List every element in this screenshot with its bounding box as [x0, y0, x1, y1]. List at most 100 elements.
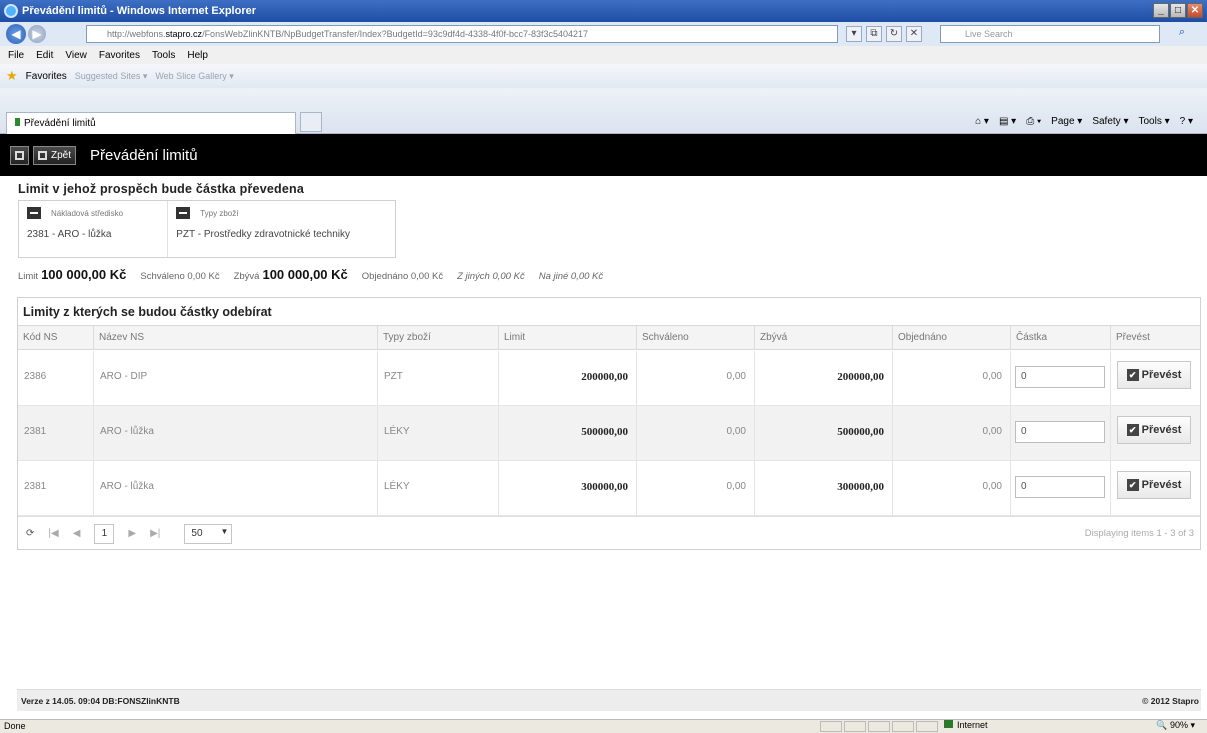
dropdown-icon[interactable]: ▾ — [846, 26, 862, 42]
approved-value: Schváleno 0,00 Kč — [140, 271, 220, 282]
col-nazev-ns[interactable]: Název NS — [94, 326, 378, 350]
transfer-button[interactable]: ✔ Převést — [1117, 361, 1191, 389]
col-zbyva[interactable]: Zbývá — [755, 326, 893, 350]
check-icon: ✔ — [1126, 369, 1139, 381]
refresh-icon[interactable]: ↻ — [886, 26, 902, 42]
collapse-icon[interactable] — [176, 207, 191, 219]
col-typy-zbozi[interactable]: Typy zboží — [378, 326, 499, 350]
menu-file[interactable]: File — [8, 50, 24, 61]
forward-icon[interactable]: ▶ — [28, 25, 46, 43]
back-square-icon — [38, 150, 47, 160]
menu-tools[interactable]: Tools — [152, 50, 175, 61]
last-page-icon[interactable]: ▶| — [150, 528, 160, 539]
search-input[interactable]: Live Search — [940, 25, 1160, 43]
cell-schvaleno: 0,00 — [637, 406, 755, 460]
window-title: Převádění limitů - Windows Internet Expl… — [22, 5, 256, 17]
transfer-button-label: Převést — [1141, 424, 1182, 436]
transfer-button[interactable]: ✔ Převést — [1117, 416, 1191, 444]
cell-nazev: ARO - lůžka — [94, 461, 378, 515]
col-prevest[interactable]: Převést — [1111, 326, 1200, 350]
target-goods-type: Typy zboží PZT - Prostředky zdravotnické… — [168, 201, 395, 257]
cell-objednano: 0,00 — [893, 351, 1011, 405]
cell-limit: 500000,00 — [499, 406, 637, 460]
target-limit-box: Nákladová středisko 2381 - ARO - lůžka T… — [18, 200, 396, 258]
first-page-icon[interactable]: |◀ — [48, 528, 58, 539]
window-controls: _ □ ✕ — [1153, 3, 1203, 18]
safety-menu[interactable]: Safety ▾ — [1092, 116, 1128, 127]
maximize-button[interactable]: □ — [1170, 3, 1186, 18]
security-zone: Internet — [944, 720, 988, 730]
menu-help[interactable]: Help — [187, 50, 208, 61]
app-footer: Verze z 14.05. 09:04 DB:FONSZlinKNTB © 2… — [17, 689, 1201, 711]
col-kod-ns[interactable]: Kód NS — [18, 326, 94, 350]
cell-schvaleno: 0,00 — [637, 351, 755, 405]
stop-icon[interactable]: ✕ — [906, 26, 922, 42]
menu-view[interactable]: View — [65, 50, 87, 61]
page-size-value: 50 — [191, 527, 203, 539]
home-button[interactable] — [10, 145, 29, 165]
menu-edit[interactable]: Edit — [36, 50, 53, 61]
limit-label: Limit — [18, 271, 39, 282]
cell-prevest: ✔ Převést — [1111, 461, 1200, 515]
table-row[interactable]: 2381 ARO - lůžka LÉKY 500000,00 0,00 500000,0… — [18, 406, 1200, 461]
refresh-icon[interactable]: ⟳ — [26, 528, 34, 539]
amount-input[interactable]: 0 — [1015, 421, 1105, 443]
status-panes — [820, 721, 938, 732]
page-menu[interactable]: Page ▾ — [1051, 116, 1082, 127]
table-row[interactable]: 2386 ARO - DIP PZT 200000,00 0,00 200000,00 0,… — [18, 351, 1200, 406]
print-icon[interactable]: ⎙ ▾ — [1026, 116, 1041, 127]
col-objednano[interactable]: Objednáno — [893, 326, 1011, 350]
suggested-sites-link[interactable]: Suggested Sites ▾ — [75, 71, 148, 82]
amount-input[interactable]: 0 — [1015, 366, 1105, 388]
tab-prevadeni-limitu[interactable]: Převádění limitů — [6, 112, 296, 134]
minimize-button[interactable]: _ — [1153, 3, 1169, 18]
status-text: Done — [4, 721, 26, 731]
limit-value: 100 000,00 Kč — [41, 267, 127, 282]
cell-castka: 0 — [1011, 351, 1111, 405]
zoom-value: 90% — [1169, 720, 1188, 730]
col-castka[interactable]: Částka — [1011, 326, 1111, 350]
url-prefix: http://webfons. — [107, 29, 166, 39]
search-icon[interactable]: ⌕ — [1170, 26, 1194, 42]
target-cost-center-value: 2381 - ARO - lůžka — [27, 229, 112, 240]
collapse-icon[interactable] — [27, 207, 41, 219]
page-number-input[interactable]: 1 — [94, 523, 115, 544]
menu-favorites[interactable]: Favorites — [99, 50, 140, 61]
web-slice-gallery-link[interactable]: Web Slice Gallery ▾ — [155, 71, 233, 82]
grid-header: Kód NS Název NS Typy zboží Limit Schvále… — [18, 325, 1200, 350]
new-tab-button[interactable] — [300, 112, 322, 132]
cell-objednano: 0,00 — [893, 461, 1011, 515]
transfer-button[interactable]: ✔ Převést — [1117, 471, 1191, 499]
favorites-star-icon[interactable]: ★ — [6, 68, 18, 84]
cell-kod: 2381 — [18, 406, 94, 460]
cell-limit: 200000,00 — [499, 351, 637, 405]
help-icon[interactable]: ? ▾ — [1180, 116, 1193, 127]
favorites-bar: ★ Favorites Suggested Sites ▾ Web Slice … — [0, 64, 1207, 88]
cell-prevest: ✔ Převést — [1111, 351, 1200, 405]
table-row[interactable]: 2381 ARO - lůžka LÉKY 300000,00 0,00 300000,0… — [18, 461, 1200, 516]
window-titlebar: Převádění limitů - Windows Internet Expl… — [0, 0, 1207, 22]
prev-page-icon[interactable]: ◀ — [73, 528, 81, 539]
source-limits-grid: Limity z kterých se budou částky odebíra… — [17, 297, 1201, 550]
home-icon[interactable]: ⌂ ▾ — [975, 116, 989, 127]
amount-input[interactable]: 0 — [1015, 476, 1105, 498]
address-bar-row: ◀ ▶ http://webfons.stapro.cz/FonsWebZlin… — [0, 22, 1207, 46]
col-schvaleno[interactable]: Schváleno — [637, 326, 755, 350]
cell-schvaleno: 0,00 — [637, 461, 755, 515]
back-button[interactable]: Zpět — [33, 145, 77, 165]
address-input[interactable]: http://webfons.stapro.cz/FonsWebZlinKNTB… — [86, 25, 838, 43]
favorites-button[interactable]: Favorites — [26, 71, 67, 82]
address-actions: ▾ ⧉ ↻ ✕ — [846, 26, 922, 42]
col-limit[interactable]: Limit — [499, 326, 637, 350]
feeds-icon[interactable]: ▤ ▾ — [999, 116, 1016, 127]
tools-menu[interactable]: Tools ▾ — [1138, 116, 1169, 127]
next-page-icon[interactable]: ▶ — [128, 528, 136, 539]
from-others-value: Z jiných 0,00 Kč — [457, 271, 525, 282]
cell-zbyva: 300000,00 — [755, 461, 893, 515]
compatibility-icon[interactable]: ⧉ — [866, 26, 882, 42]
page-size-select[interactable]: 50 ▼ — [184, 523, 233, 544]
back-icon[interactable]: ◀ — [6, 24, 26, 44]
close-window-button[interactable]: ✕ — [1187, 3, 1203, 18]
command-bar: ⌂ ▾ ▤ ▾ ⎙ ▾ Page ▾ Safety ▾ Tools ▾ ? ▾ — [975, 116, 1193, 127]
zoom-level[interactable]: 🔍 90% ▾ — [1156, 720, 1195, 731]
